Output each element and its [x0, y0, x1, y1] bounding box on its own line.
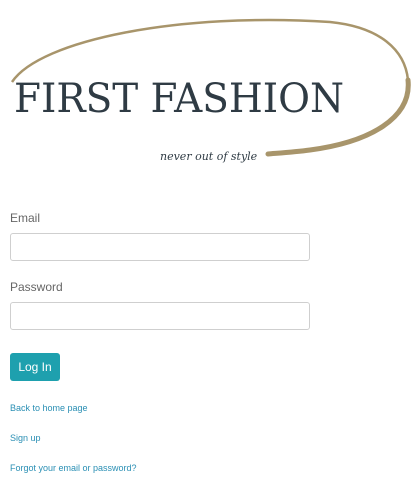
logo-graphic: FIRST FASHION never out of style [10, 18, 411, 163]
login-button[interactable]: Log In [10, 353, 60, 381]
email-label: Email [10, 211, 41, 225]
forgot-credentials-link[interactable]: Forgot your email or password? [10, 463, 137, 473]
brand-tagline: never out of style [160, 150, 258, 163]
back-to-home-link[interactable]: Back to home page [10, 403, 88, 413]
sign-up-link[interactable]: Sign up [10, 433, 41, 443]
password-label: Password [10, 280, 63, 294]
email-field[interactable] [10, 233, 310, 261]
password-field[interactable] [10, 302, 310, 330]
brand-logo: FIRST FASHION never out of style [0, 0, 411, 180]
brand-name: FIRST FASHION [14, 76, 344, 122]
logo-ring-upper [10, 18, 410, 83]
